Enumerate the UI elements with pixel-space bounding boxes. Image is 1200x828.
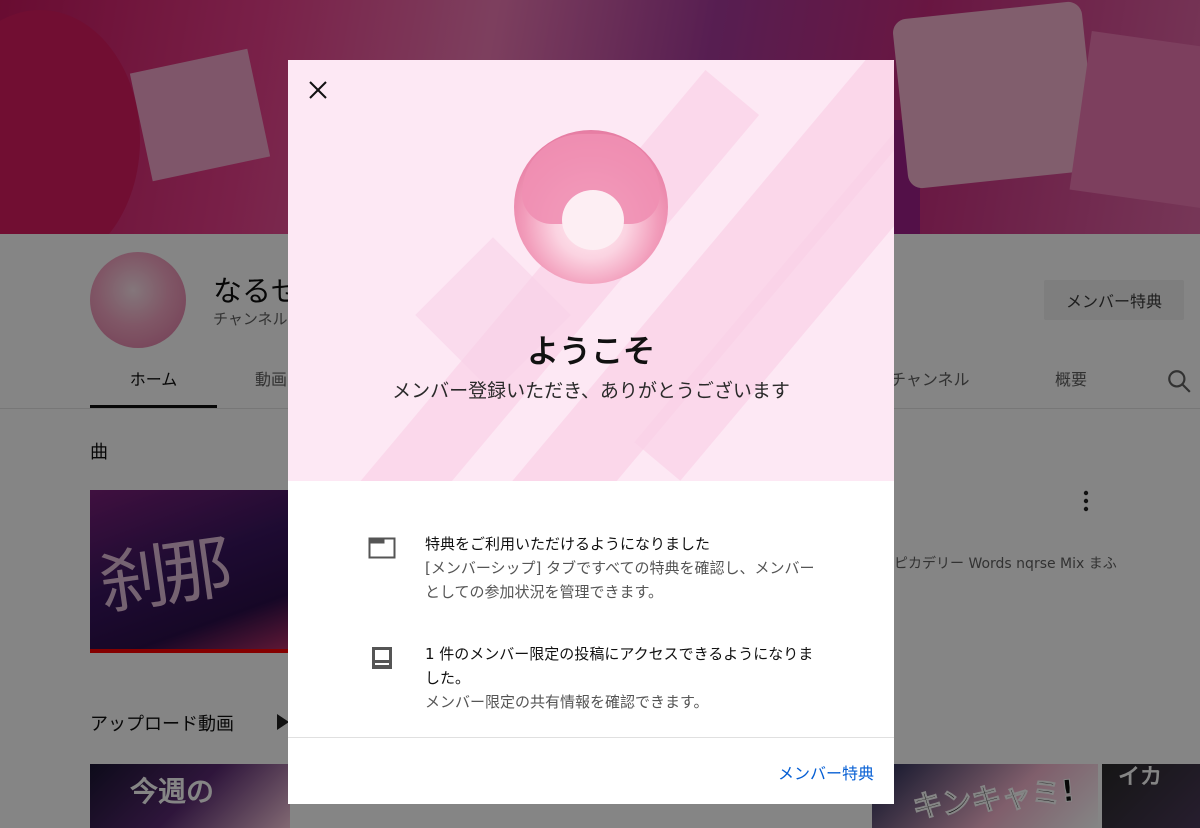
perk-title: 特典をご利用いただけるようになりました — [425, 535, 711, 553]
close-button[interactable] — [302, 74, 334, 106]
perk-description: メンバー限定の共有情報を確認できます。 — [425, 693, 709, 711]
close-icon — [309, 81, 327, 99]
welcome-title: ようこそ — [526, 332, 655, 370]
membership-tab-icon — [368, 537, 396, 559]
member-perks-link[interactable]: メンバー特典 — [754, 754, 874, 790]
perk-text: 特典をご利用いただけるようになりました [メンバーシップ] タブですべての特典を… — [425, 532, 815, 604]
welcome-subtitle: メンバー登録いただき、ありがとうございます — [392, 380, 790, 402]
avatar-art — [562, 190, 624, 250]
welcome-dialog: ようこそ メンバー登録いただき、ありがとうございます 特典をご利用いただけるよう… — [288, 60, 894, 804]
dialog-header: ようこそ メンバー登録いただき、ありがとうございます — [288, 60, 894, 481]
channel-avatar — [514, 130, 668, 284]
perk-text: 1 件のメンバー限定の投稿にアクセスできるようになりました。 メンバー限定の共有… — [425, 642, 815, 714]
community-post-icon — [372, 647, 392, 669]
perk-title: 1 件のメンバー限定の投稿にアクセスできるようになりました。 — [425, 645, 814, 687]
dialog-divider — [288, 737, 894, 738]
perk-description: [メンバーシップ] タブですべての特典を確認し、メンバーとしての参加状況を管理で… — [425, 559, 815, 601]
